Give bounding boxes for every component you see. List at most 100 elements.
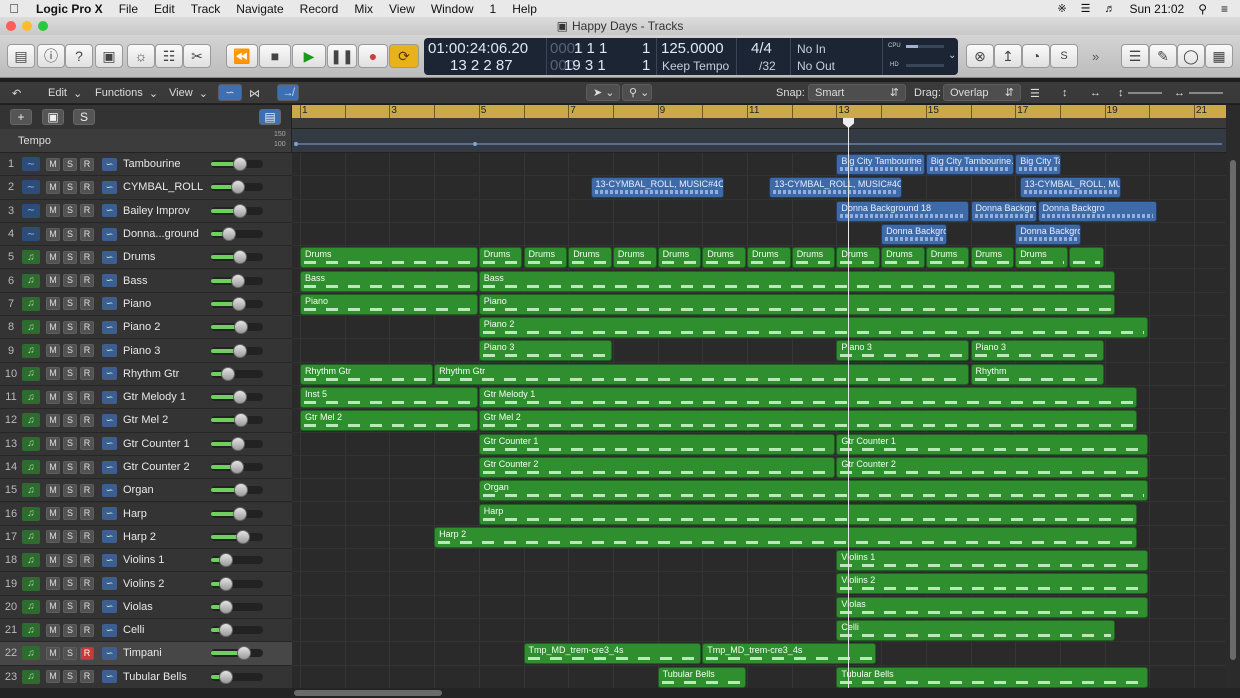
volume-fader[interactable]: [211, 227, 263, 242]
pause-button[interactable]: ❚❚: [327, 44, 357, 68]
midi-region[interactable]: Celli: [836, 620, 1115, 641]
solo-button[interactable]: S: [63, 320, 77, 334]
tempo-lane[interactable]: [292, 129, 1226, 153]
record-enable-button[interactable]: R: [80, 600, 94, 614]
volume-fader[interactable]: [211, 506, 263, 521]
view-menu[interactable]: View ⌄: [169, 85, 208, 101]
midi-region[interactable]: Tubular Bells: [836, 666, 1149, 688]
midi-region[interactable]: Drums: [612, 247, 657, 269]
minimize-window-button[interactable]: [22, 21, 32, 31]
track-header-row[interactable]: 10 ♫ M S R ∽ Rhythm Gtr: [0, 362, 292, 386]
rewind-button[interactable]: ⏪: [226, 44, 258, 68]
track-name[interactable]: Piano 2: [123, 321, 211, 333]
automation-icon[interactable]: ∽: [102, 646, 117, 660]
zoom-tool-menu[interactable]: ⚲ ⌄: [622, 84, 652, 101]
track-header-row[interactable]: 4 ∼ M S R ∽ Donna...ground: [0, 222, 292, 247]
audio-region[interactable]: Donna Backgrd: [970, 200, 1037, 222]
list-editors-button[interactable]: ☰: [1121, 44, 1149, 68]
record-enable-button[interactable]: R: [80, 530, 94, 544]
midi-region[interactable]: Harp 2: [434, 526, 1138, 548]
automation-icon[interactable]: ∽: [102, 227, 117, 241]
solo-button[interactable]: S: [63, 344, 77, 358]
solo-button[interactable]: S: [63, 530, 77, 544]
midi-region[interactable]: Piano 3: [970, 340, 1104, 362]
marker-ruler[interactable]: [292, 118, 1226, 129]
midi-region[interactable]: Gtr Counter 1: [836, 433, 1149, 455]
midi-region[interactable]: Piano 2: [478, 317, 1149, 339]
audio-waveform-icon[interactable]: ∼: [22, 203, 40, 218]
arrange-area[interactable]: Big City Tambourine Big City Tambourine. B…: [292, 153, 1226, 688]
record-enable-button[interactable]: R: [80, 646, 94, 660]
new-track-with-duplicate-button[interactable]: ▣: [42, 109, 64, 125]
bar-ruler[interactable]: 1 3 5 7 9 11 13 15 17 19 21: [292, 105, 1226, 118]
global-solo-button[interactable]: S: [73, 109, 95, 125]
play-button[interactable]: ▶: [292, 44, 326, 68]
solo-button[interactable]: S: [63, 577, 77, 591]
smart-controls-button[interactable]: ☼: [127, 44, 155, 68]
track-header-row[interactable]: 12 ♫ M S R ∽ Gtr Mel 2: [0, 409, 292, 433]
volume-fader[interactable]: [211, 203, 263, 218]
midi-region[interactable]: Drums: [747, 247, 791, 269]
solo-button[interactable]: S: [63, 274, 77, 288]
cycle-button[interactable]: ⟳: [389, 44, 419, 68]
menu-app-name[interactable]: Logic Pro X: [28, 2, 111, 16]
record-enable-button[interactable]: R: [80, 297, 94, 311]
automation-icon[interactable]: ∽: [102, 344, 117, 358]
track-header-row[interactable]: 14 ♫ M S R ∽ Gtr Counter 2: [0, 455, 292, 480]
midi-note-icon[interactable]: ♫: [22, 320, 40, 335]
midi-note-icon[interactable]: ♫: [22, 483, 40, 498]
snap-select[interactable]: Smart ⇵: [808, 84, 906, 101]
catch-button[interactable]: ↛: [277, 84, 299, 101]
solo-button[interactable]: S: [63, 413, 77, 427]
solo-button[interactable]: S: [63, 623, 77, 637]
midi-note-icon[interactable]: ♫: [22, 413, 40, 428]
mute-button[interactable]: M: [46, 297, 60, 311]
midi-note-icon[interactable]: ♫: [22, 669, 40, 684]
menu-record[interactable]: Record: [292, 2, 347, 16]
volume-icon[interactable]: ♬: [1104, 3, 1115, 15]
loop-browser-button[interactable]: ◯: [1177, 44, 1205, 68]
mute-button[interactable]: M: [46, 623, 60, 637]
audio-waveform-icon[interactable]: ∼: [22, 180, 40, 195]
lcd-division[interactable]: /32: [759, 59, 776, 73]
horizontal-auto-zoom-icon[interactable]: ↔: [1090, 85, 1101, 101]
record-enable-button[interactable]: R: [80, 553, 94, 567]
track-lane[interactable]: [292, 223, 1226, 247]
mute-button[interactable]: M: [46, 320, 60, 334]
record-enable-button[interactable]: R: [80, 390, 94, 404]
track-header-row[interactable]: 23 ♫ M S R ∽ Tubular Bells: [0, 665, 292, 689]
volume-fader[interactable]: [211, 366, 263, 381]
notification-center-icon[interactable]: ≡: [1221, 2, 1228, 16]
midi-note-icon[interactable]: ♫: [22, 366, 40, 381]
track-name[interactable]: Harp 2: [123, 531, 211, 543]
track-header-row[interactable]: 16 ♫ M S R ∽ Harp: [0, 502, 292, 526]
midi-region[interactable]: Violins 2: [836, 573, 1149, 595]
track-header-row[interactable]: 21 ♫ M S R ∽ Celli: [0, 619, 292, 643]
solo-button[interactable]: S: [63, 553, 77, 567]
midi-note-icon[interactable]: ♫: [22, 529, 40, 544]
midi-region[interactable]: Rhythm Gtr: [434, 363, 970, 385]
midi-note-icon[interactable]: ♫: [22, 599, 40, 614]
solo-button[interactable]: S: [63, 390, 77, 404]
track-name[interactable]: Tubular Bells: [123, 671, 211, 683]
record-enable-button[interactable]: R: [80, 413, 94, 427]
midi-region[interactable]: Tmp_MD_trem-cre3_4s: [523, 643, 702, 665]
track-header-row[interactable]: 20 ♫ M S R ∽ Violas: [0, 595, 292, 619]
track-name[interactable]: Violas: [123, 601, 211, 613]
midi-note-icon[interactable]: ♫: [22, 250, 40, 265]
zoom-window-button[interactable]: [38, 21, 48, 31]
mute-button[interactable]: M: [46, 413, 60, 427]
solo-button[interactable]: S: [63, 600, 77, 614]
clock[interactable]: Sun 21:02: [1129, 2, 1184, 16]
volume-fader[interactable]: [211, 529, 263, 544]
midi-note-icon[interactable]: ♫: [22, 623, 40, 638]
record-enable-button[interactable]: R: [80, 157, 94, 171]
track-lane[interactable]: [292, 153, 1226, 177]
record-enable-button[interactable]: R: [80, 437, 94, 451]
record-enable-button[interactable]: R: [80, 320, 94, 334]
audio-region[interactable]: Donna Background 18: [836, 200, 970, 222]
solo-button[interactable]: S: [63, 180, 77, 194]
mute-button[interactable]: M: [46, 344, 60, 358]
vertical-auto-zoom-icon[interactable]: ↕: [1062, 85, 1068, 101]
solo-button[interactable]: S: [63, 157, 77, 171]
